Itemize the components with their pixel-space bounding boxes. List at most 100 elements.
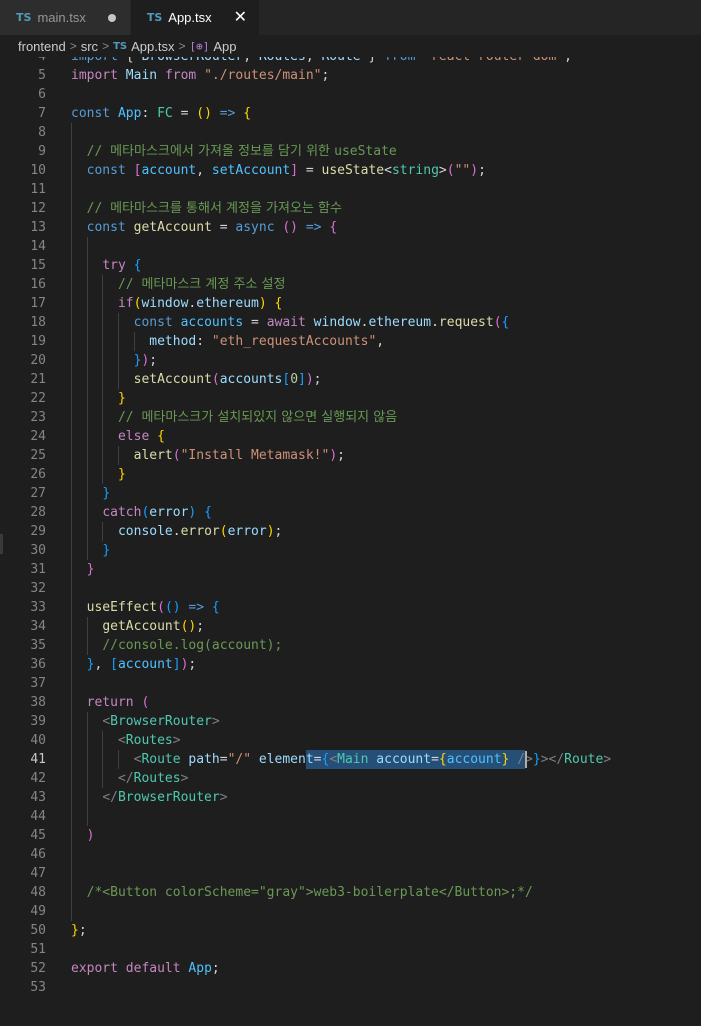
- code-line[interactable]: 16 // 메타마스크 계정 주소 설정: [0, 275, 701, 294]
- code-line[interactable]: 41 <Route path="/" element={<Main accoun…: [0, 750, 701, 769]
- code-line[interactable]: 35 //console.log(account);: [0, 636, 701, 655]
- code-line[interactable]: 11: [0, 180, 701, 199]
- code-line[interactable]: 34 getAccount();: [0, 617, 701, 636]
- code-line[interactable]: 48 /*<Button colorScheme="gray">web3-boi…: [0, 883, 701, 902]
- code-token: "Install Metamask!": [180, 448, 330, 463]
- code-token: ): [266, 524, 275, 539]
- code-line[interactable]: 49: [0, 902, 701, 921]
- line-number: 45: [30, 828, 46, 843]
- code-token: 메타마스크에서 가져올 정보를 담기 위한: [110, 144, 335, 159]
- code-text: // 메타마스크가 설치되있지 않으면 실행되지 않음: [71, 408, 397, 427]
- code-token: <: [102, 714, 111, 729]
- code-line[interactable]: 42 </Routes>: [0, 769, 701, 788]
- code-line[interactable]: 5 import Main from "./routes/main";: [0, 66, 701, 85]
- code-editor[interactable]: 4 import { BrowserRouter, Routes, Route }…: [0, 57, 701, 1026]
- code-token: ;: [274, 524, 283, 539]
- code-line[interactable]: 38 return (: [0, 693, 701, 712]
- code-token: ></: [540, 752, 565, 767]
- code-line[interactable]: 50};: [0, 921, 701, 940]
- code-token: default: [125, 961, 189, 976]
- line-number: 24: [30, 429, 46, 444]
- chevron-right-icon: >: [102, 39, 110, 53]
- breadcrumb-item-frontend[interactable]: frontend: [18, 39, 66, 54]
- close-icon[interactable]: ✕: [234, 9, 247, 26]
- code-line[interactable]: 32: [0, 579, 701, 598]
- code-line[interactable]: 46: [0, 845, 701, 864]
- code-line[interactable]: 7 const App: FC = () => {: [0, 104, 701, 123]
- code-token: //: [117, 277, 142, 292]
- code-token: (: [172, 448, 181, 463]
- indent-guide: [117, 313, 119, 389]
- code-line[interactable]: 43 </BrowserRouter>: [0, 788, 701, 807]
- code-token: "react-router-dom": [423, 57, 564, 64]
- line-number: 52: [30, 961, 46, 976]
- line-number: 47: [30, 866, 46, 881]
- unsaved-dot-icon[interactable]: [107, 13, 116, 22]
- indent-guide: [133, 332, 135, 351]
- code-line[interactable]: 15 try {: [0, 256, 701, 275]
- code-line[interactable]: 10 const [account, setAccount] = useStat…: [0, 161, 701, 180]
- breadcrumb-item-file[interactable]: App.tsx: [131, 39, 174, 54]
- code-token: ,: [306, 57, 322, 64]
- code-line[interactable]: 20 });: [0, 351, 701, 370]
- code-token: ,: [376, 334, 385, 349]
- code-line[interactable]: 31 }: [0, 560, 701, 579]
- line-number: 44: [30, 809, 46, 824]
- code-line[interactable]: 4 import { BrowserRouter, Routes, Route }…: [0, 57, 701, 66]
- code-line[interactable]: 37: [0, 674, 701, 693]
- code-line[interactable]: 8: [0, 123, 701, 142]
- code-text: ): [71, 826, 95, 845]
- code-line[interactable]: 19 method: "eth_requestAccounts",: [0, 332, 701, 351]
- tab-main-tsx[interactable]: TS main.tsx: [0, 0, 131, 35]
- code-line[interactable]: 23 // 메타마스크가 설치되있지 않으면 실행되지 않음: [0, 408, 701, 427]
- code-token: //console.log(account);: [102, 638, 283, 653]
- code-line[interactable]: 9 // 메타마스크에서 가져올 정보를 담기 위한 useState: [0, 142, 701, 161]
- breadcrumb-item-symbol[interactable]: App: [213, 39, 236, 54]
- code-token: /*<Button colorScheme="gray">web3-boiler…: [86, 885, 533, 900]
- code-token: }: [102, 486, 111, 501]
- code-line[interactable]: 39 <BrowserRouter>: [0, 712, 701, 731]
- code-line[interactable]: 30 }: [0, 541, 701, 560]
- code-line[interactable]: 22 }: [0, 389, 701, 408]
- code-line[interactable]: 21 setAccount(accounts[0]);: [0, 370, 701, 389]
- code-line[interactable]: 28 catch(error) {: [0, 503, 701, 522]
- code-line[interactable]: 53: [0, 978, 701, 997]
- code-line[interactable]: 17 if(window.ethereum) {: [0, 294, 701, 313]
- code-token: ;: [188, 657, 197, 672]
- code-line[interactable]: 47: [0, 864, 701, 883]
- code-line[interactable]: 14: [0, 237, 701, 256]
- code-line[interactable]: 26 }: [0, 465, 701, 484]
- code-line[interactable]: 36 }, [account]);: [0, 655, 701, 674]
- code-line[interactable]: 51: [0, 940, 701, 959]
- code-line[interactable]: 24 else {: [0, 427, 701, 446]
- code-token: const: [86, 163, 134, 178]
- code-line[interactable]: 6: [0, 85, 701, 104]
- code-line[interactable]: 29 console.error(error);: [0, 522, 701, 541]
- code-token: accounts: [180, 315, 244, 330]
- typescript-file-icon: TS: [146, 11, 163, 24]
- tab-app-tsx[interactable]: TS App.tsx ✕: [130, 0, 261, 35]
- indent-guide: [117, 446, 119, 465]
- line-number: 27: [30, 486, 46, 501]
- code-line[interactable]: 52 export default App;: [0, 959, 701, 978]
- code-line[interactable]: 25 alert("Install Metamask!");: [0, 446, 701, 465]
- code-line[interactable]: 13 const getAccount = async () => {: [0, 218, 701, 237]
- code-line[interactable]: 12 // 메타마스크를 통해서 계정을 가져오는 함수: [0, 199, 701, 218]
- breadcrumb-item-src[interactable]: src: [81, 39, 98, 54]
- code-token: error: [149, 505, 189, 520]
- code-token: =>: [219, 106, 236, 121]
- tab-label: main.tsx: [37, 10, 86, 25]
- code-line[interactable]: 40 <Routes>: [0, 731, 701, 750]
- code-line[interactable]: 33 useEffect(() => {: [0, 598, 701, 617]
- code-line[interactable]: 44: [0, 807, 701, 826]
- code-line[interactable]: 27 }: [0, 484, 701, 503]
- code-token: =>: [305, 220, 322, 235]
- code-line[interactable]: 18 const accounts = await window.ethereu…: [0, 313, 701, 332]
- code-line[interactable]: 45 ): [0, 826, 701, 845]
- code-text: /*<Button colorScheme="gray">web3-boiler…: [71, 883, 533, 902]
- code-text: const [account, setAccount] = useState<s…: [71, 161, 486, 180]
- code-token: //: [86, 201, 111, 216]
